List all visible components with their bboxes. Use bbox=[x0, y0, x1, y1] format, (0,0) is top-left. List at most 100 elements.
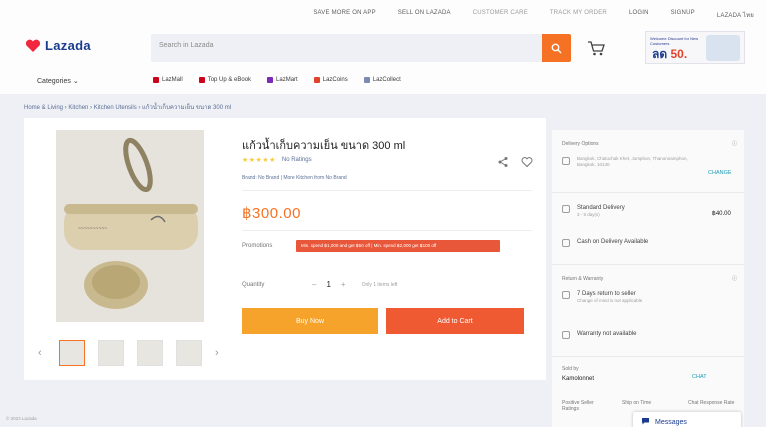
warranty-row: Warranty not available bbox=[562, 330, 636, 339]
chevron-left-icon[interactable]: ‹ bbox=[38, 347, 46, 359]
messages-widget[interactable]: Messages bbox=[633, 412, 741, 427]
thumbnail-2[interactable] bbox=[98, 340, 124, 366]
shield-icon bbox=[562, 331, 570, 339]
top-link-language[interactable]: LAZADA ไทย bbox=[717, 10, 754, 20]
thumbnail-1[interactable] bbox=[59, 340, 85, 366]
top-link-signup[interactable]: SIGNUP bbox=[671, 10, 695, 20]
product-main-image[interactable]: ~~~~~~~~~~ bbox=[56, 130, 204, 322]
footer-note: © 2023 Lazada bbox=[6, 416, 37, 421]
nav-lazmart[interactable]: LazMart bbox=[267, 77, 298, 83]
divider bbox=[552, 356, 744, 357]
standard-delivery-label: Standard Delivery bbox=[577, 205, 625, 211]
location-pin-icon bbox=[562, 157, 570, 165]
svg-text:~~~~~~~~~~: ~~~~~~~~~~ bbox=[78, 226, 107, 232]
quantity-availability: Only 1 items left bbox=[361, 281, 398, 288]
categories-dropdown[interactable]: Categories ⌄ bbox=[37, 77, 79, 85]
info-icon[interactable]: ⓘ bbox=[732, 140, 737, 147]
tumbler-illustration: ~~~~~~~~~~ bbox=[56, 130, 204, 322]
product-title: แก้วน้ำเก็บความเย็น ขนาด 300 ml bbox=[242, 140, 406, 152]
returns-sub: Change of mind is not applicable bbox=[577, 298, 643, 303]
lazada-logo[interactable]: Lazada bbox=[25, 38, 91, 53]
promo-banner[interactable]: Welcome Discount for New Customers ลด 50… bbox=[645, 31, 745, 64]
promotion-tag[interactable]: Min. spend ฿1,000 and get ฿50 off | Min.… bbox=[296, 240, 500, 252]
nav-lazcoins-label: LazCoins bbox=[322, 77, 348, 83]
location-text: Bangkok, Chatuchak Khet, Jomphon, Thanon… bbox=[577, 156, 688, 167]
cash-icon bbox=[562, 239, 570, 247]
promo-number: 50. bbox=[670, 47, 688, 61]
nav-lazmart-label: LazMart bbox=[276, 77, 298, 83]
cart-icon[interactable] bbox=[586, 40, 606, 56]
quantity-decrease-button[interactable]: – bbox=[312, 280, 316, 289]
top-link-customer-care[interactable]: CUSTOMER CARE bbox=[473, 10, 528, 20]
return-warranty-header: Return & Warranty bbox=[562, 276, 604, 282]
share-icon[interactable] bbox=[497, 156, 509, 168]
add-to-cart-button[interactable]: Add to Cart bbox=[386, 308, 524, 334]
top-link-track-order[interactable]: TRACK MY ORDER bbox=[550, 10, 607, 20]
promotions-label: Promotions bbox=[242, 243, 273, 249]
breadcrumb[interactable]: Home & Living › Kitchen › Kitchen Utensi… bbox=[24, 102, 231, 112]
returns-row: 7 Days return to seller Change of mind i… bbox=[562, 290, 737, 304]
product-ratings[interactable]: ★★★★★ No Ratings bbox=[242, 156, 312, 164]
delivery-location: Bangkok, Chatuchak Khet, Jomphon, Thanon… bbox=[562, 156, 692, 168]
logo-text: Lazada bbox=[45, 38, 91, 53]
brand-line[interactable]: Brand: No Brand | More Kitchen from No B… bbox=[242, 175, 347, 181]
delivery-fee: ฿40.00 bbox=[712, 211, 731, 217]
nav-lazcollect-label: LazCollect bbox=[372, 77, 401, 83]
nav-lazmall[interactable]: LazMall bbox=[153, 77, 183, 83]
product-card: ~~~~~~~~~~ ‹ › แก้วน้ำเก็บความเย็น ขนาด … bbox=[24, 118, 546, 380]
nav-topup[interactable]: Top Up & eBook bbox=[198, 77, 252, 83]
change-location-link[interactable]: CHANGE bbox=[708, 170, 732, 176]
promo-big-text: ลด bbox=[652, 47, 668, 61]
chat-seller-link[interactable]: CHAT bbox=[692, 374, 707, 380]
search-icon bbox=[551, 43, 562, 53]
top-link-save-more[interactable]: SAVE MORE ON APP bbox=[313, 10, 375, 20]
seller-stat-ship-on-time: Ship on Time bbox=[622, 400, 652, 406]
buy-now-button[interactable]: Buy Now bbox=[242, 308, 378, 334]
promotion-tag-text: Min. spend ฿1,000 and get ฿50 off | Min.… bbox=[301, 243, 437, 248]
seller-stat-ratings: Positive Seller Ratings bbox=[562, 400, 594, 412]
warranty-label: Warranty not available bbox=[577, 331, 637, 337]
divider bbox=[242, 230, 532, 231]
seller-stat-chat-response: Chat Response Rate bbox=[688, 400, 735, 406]
quantity-increase-button[interactable]: + bbox=[341, 280, 346, 289]
chat-bubble-icon bbox=[641, 417, 650, 427]
lazcoins-icon bbox=[313, 77, 320, 83]
messages-label: Messages bbox=[655, 418, 687, 426]
topup-icon bbox=[198, 77, 205, 83]
divider bbox=[242, 190, 532, 191]
promo-discount: ลด 50. bbox=[652, 45, 687, 64]
top-link-login[interactable]: LOGIN bbox=[629, 10, 649, 20]
sold-by-label: Sold by bbox=[562, 366, 579, 372]
heart-wishlist-icon[interactable] bbox=[521, 156, 533, 168]
nav-lazcollect[interactable]: LazCollect bbox=[363, 77, 401, 83]
thumbnail-3[interactable] bbox=[137, 340, 163, 366]
divider bbox=[552, 192, 744, 193]
search-input[interactable]: Search in Lazada bbox=[159, 42, 213, 49]
nav-topup-label: Top Up & eBook bbox=[207, 77, 252, 83]
category-nav: Categories ⌄ LazMall Top Up & eBook LazM… bbox=[0, 70, 766, 94]
info-icon[interactable]: ⓘ bbox=[732, 275, 737, 282]
returns-label: 7 Days return to seller bbox=[577, 291, 636, 297]
nav-lazcoins[interactable]: LazCoins bbox=[313, 77, 348, 83]
cod-row: Cash on Delivery Available bbox=[562, 238, 648, 247]
standard-delivery-row: Standard Delivery 3 - 5 day(s) bbox=[562, 204, 625, 218]
heart-logo-icon bbox=[25, 39, 41, 53]
standard-delivery-info: Standard Delivery 3 - 5 day(s) bbox=[577, 204, 625, 218]
chevron-down-icon: ⌄ bbox=[72, 78, 79, 85]
star-rating-icon: ★★★★★ bbox=[242, 157, 276, 164]
categories-label: Categories bbox=[37, 78, 71, 85]
lazmall-icon bbox=[153, 77, 159, 83]
search-bar[interactable]: Search in Lazada bbox=[151, 34, 571, 62]
standard-delivery-time: 3 - 5 day(s) bbox=[577, 212, 600, 217]
thumbnail-4[interactable] bbox=[176, 340, 202, 366]
quantity-value[interactable]: 1 bbox=[326, 280, 330, 289]
top-link-sell[interactable]: SELL ON LAZADA bbox=[398, 10, 451, 20]
truck-icon bbox=[562, 205, 570, 213]
lazcollect-icon bbox=[363, 77, 370, 83]
main-header: Lazada Search in Lazada Welcome Discount… bbox=[0, 22, 766, 70]
quantity-label: Quantity bbox=[242, 282, 265, 288]
search-button[interactable] bbox=[542, 34, 571, 62]
chevron-right-icon[interactable]: › bbox=[215, 347, 223, 359]
seller-name[interactable]: Kamolonnet bbox=[562, 376, 594, 382]
divider bbox=[552, 264, 744, 265]
